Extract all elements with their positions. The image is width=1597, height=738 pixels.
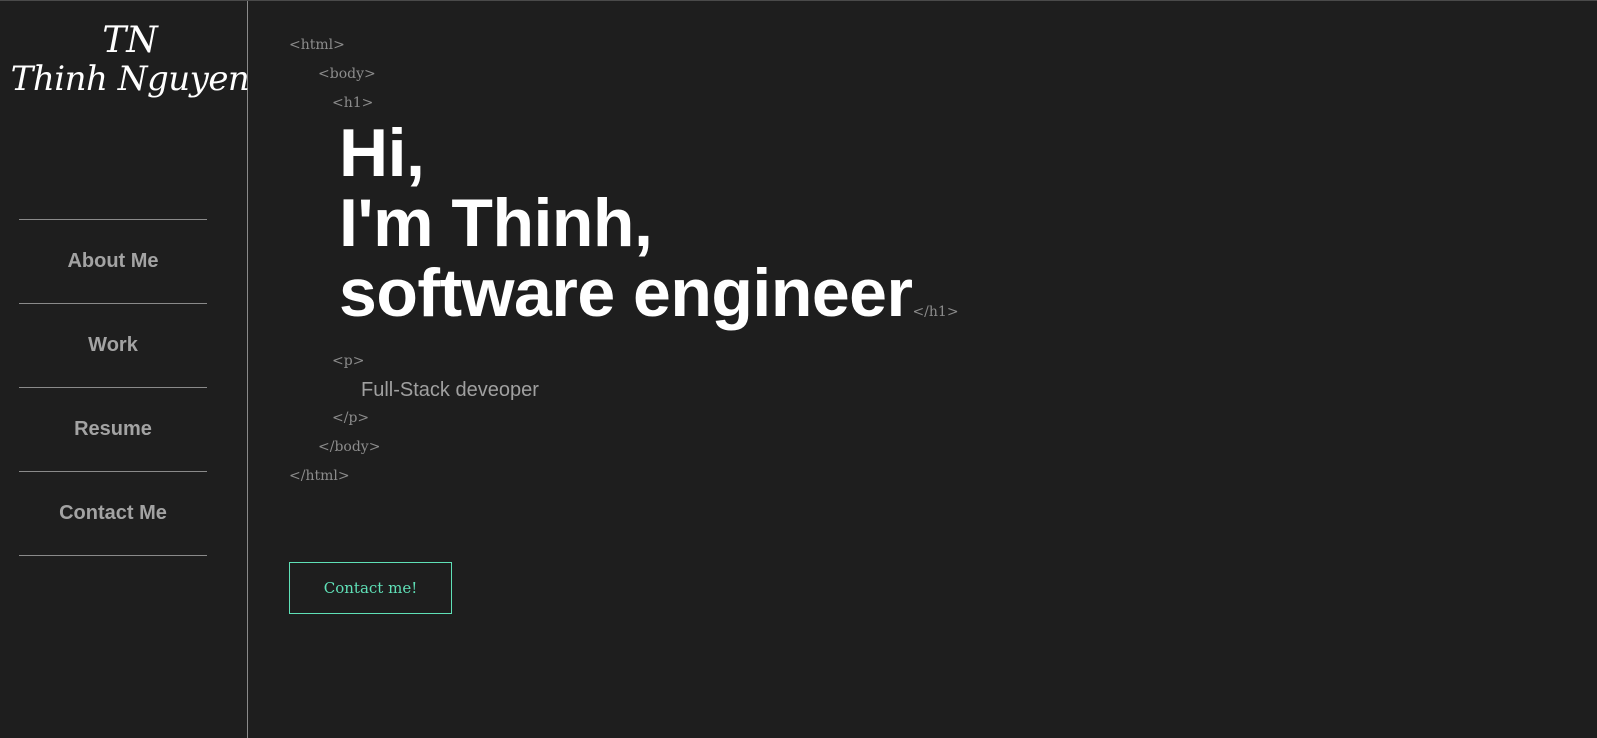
heading-line-1: Hi, <box>339 115 425 191</box>
hero-heading: Hi, I'm Thinh, software engineer</h1> <box>289 118 959 347</box>
nav-item-about-me[interactable]: About Me <box>19 220 207 304</box>
heading-line-3: software engineer <box>339 255 913 331</box>
tag-h1-close: </h1> <box>912 304 959 320</box>
subtitle: Full-Stack deveoper <box>361 379 539 401</box>
nav-item-resume[interactable]: Resume <box>19 388 207 472</box>
sidebar-nav: About Me Work Resume Contact Me <box>19 219 207 556</box>
tag-body-open: <body> <box>318 66 376 82</box>
tag-p-close: </p> <box>332 410 370 426</box>
heading-line-2: I'm Thinh, <box>339 185 653 261</box>
contact-me-button[interactable]: Contact me! <box>289 562 452 614</box>
nav-item-work[interactable]: Work <box>19 304 207 388</box>
logo[interactable]: TN Thinh Nguyen <box>0 21 260 98</box>
tag-body-close: </body> <box>318 439 381 455</box>
tag-h1-open: <h1> <box>332 95 374 111</box>
tag-p-open: <p> <box>332 353 365 369</box>
logo-name: Thinh Nguyen <box>10 58 250 99</box>
sidebar: TN Thinh Nguyen About Me Work Resume Con… <box>0 1 250 738</box>
main-content: <html> <body> <h1> Hi, I'm Thinh, softwa… <box>289 31 959 491</box>
tag-html-close: </html> <box>289 468 350 484</box>
logo-initials: TN <box>102 20 158 61</box>
nav-item-contact-me[interactable]: Contact Me <box>19 472 207 556</box>
tag-html-open: <html> <box>289 37 345 53</box>
heading-line-3-wrap: software engineer</h1> <box>339 258 959 347</box>
